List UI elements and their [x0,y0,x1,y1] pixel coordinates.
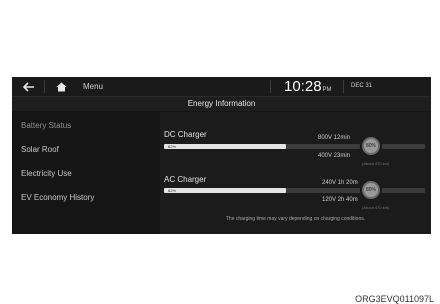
dc-slow-time: 400V 23min [318,153,351,159]
sidebar-item-electricity-use[interactable]: Electricity Use [21,169,72,178]
dc-charge-bar-remaining [382,144,425,149]
dc-target-percent[interactable]: 80% [362,137,380,155]
infotainment-screen: Menu 10:28 PM DEC 31 Energy Information … [12,77,431,234]
dc-range-note: (About 470 km) [362,161,390,166]
menu-button-label: Menu [82,82,103,91]
top-bar: Menu 10:28 PM DEC 31 [12,77,431,97]
clock: 10:28 PM [284,77,332,96]
divider [270,80,271,93]
page-title: Energy Information [12,97,431,111]
ac-fast-time: 240V 1h 20m [322,180,358,186]
dc-charge-bar-fill [164,144,286,149]
ac-charge-percent: 62% [168,188,177,193]
charging-note: The charging time may vary depending on … [225,216,366,222]
ac-target-percent[interactable]: 80% [362,181,380,199]
sidebar-item-battery-status[interactable]: Battery Status [21,121,71,130]
date: DEC 31 [351,83,373,89]
home-button[interactable] [52,79,70,94]
ac-charger-label: AC Charger [164,175,207,184]
ac-charge-bar-fill [164,188,286,193]
dc-charge-bar: 62% [164,144,360,149]
divider [44,80,45,93]
dc-fast-time: 800V 12min [318,135,351,141]
ac-charge-bar: 62% [164,188,360,193]
dc-charge-percent: 62% [168,144,177,149]
image-code: ORG3EVQ011097L [355,294,434,304]
clock-time: 10:28 [284,78,322,95]
clock-ampm: PM [322,87,332,93]
sidebar: Battery Status Solar Roof Electricity Us… [12,112,160,234]
sidebar-item-ev-economy-history[interactable]: EV Economy History [21,193,94,202]
menu-button[interactable]: Menu [78,79,108,94]
divider [343,80,344,93]
dc-charger-label: DC Charger [164,130,207,139]
home-icon [56,82,66,91]
ac-range-note: (About 470 km) [362,205,390,210]
sidebar-item-solar-roof[interactable]: Solar Roof [21,145,59,154]
charging-panel: DC Charger 800V 12min 62% 80% 400V 23min… [160,112,431,234]
ac-charge-bar-remaining [382,188,425,193]
ac-slow-time: 120V 2h 40m [322,197,358,203]
back-arrow-icon [23,81,34,92]
back-button[interactable] [20,79,38,94]
